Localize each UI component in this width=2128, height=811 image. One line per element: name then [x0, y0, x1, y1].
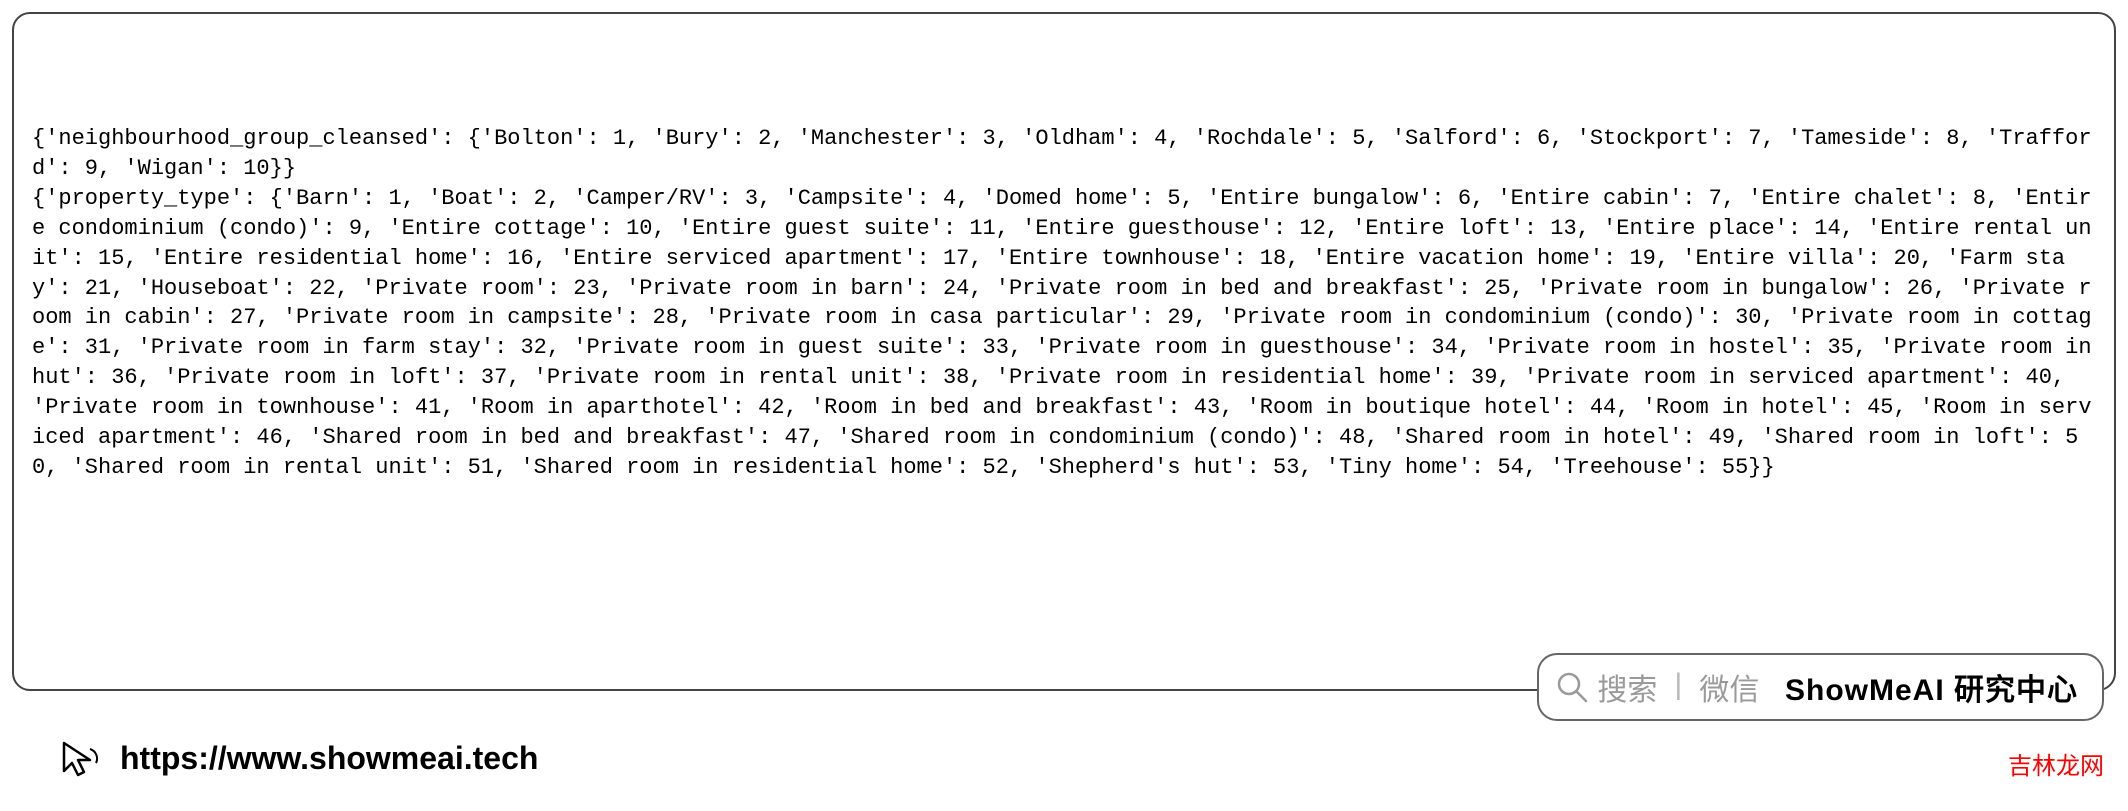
wechat-label: 微信	[1699, 665, 1759, 709]
search-wechat-pill: 搜索 | 微信 ShowMeAI 研究中心	[1537, 653, 2104, 721]
cursor-icon	[56, 735, 102, 781]
search-icon	[1555, 670, 1589, 704]
separator: |	[1669, 670, 1687, 704]
code-output-frame: {'neighbourhood_group_cleansed': {'Bolto…	[12, 12, 2116, 691]
footer-url: https://www.showmeai.tech	[120, 740, 538, 777]
brand-name: ShowMeAI 研究中心	[1785, 665, 2078, 709]
watermark: 吉林龙网	[2008, 746, 2104, 781]
code-output-text: {'neighbourhood_group_cleansed': {'Bolto…	[32, 124, 2096, 483]
search-label: 搜索	[1597, 665, 1657, 709]
footer-link[interactable]: https://www.showmeai.tech	[56, 735, 538, 781]
